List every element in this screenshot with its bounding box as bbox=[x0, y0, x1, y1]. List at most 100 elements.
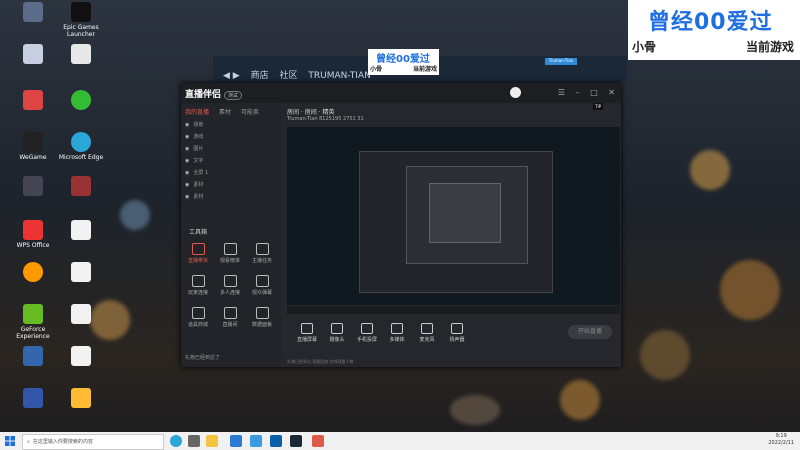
system-clock[interactable]: 9:19 2022/2/11 bbox=[768, 433, 794, 447]
monitor-icon bbox=[301, 323, 313, 334]
maximize-icon[interactable]: □ bbox=[590, 88, 598, 97]
tool-item-shop[interactable]: 道具商城 bbox=[185, 307, 211, 328]
eye-icon: ◉ bbox=[185, 194, 190, 200]
desktop-icon[interactable] bbox=[52, 44, 110, 66]
tool-player-connect[interactable]: 玩家连接 bbox=[185, 275, 211, 296]
phone-icon bbox=[361, 323, 373, 334]
toolbox-title: 工具箱 bbox=[189, 229, 208, 236]
eye-icon: ◉ bbox=[185, 170, 190, 176]
play-icon bbox=[391, 323, 403, 334]
search-icon: ⌕ bbox=[27, 439, 30, 445]
btn-speaker[interactable]: 扬声器 bbox=[443, 323, 471, 343]
live-companion-window[interactable]: 直播伴侣 测试 ☰ – □ ✕ 我的直播 素材 可能卖 ◉ 场景 ◉ 游戏 ◉ 图片 ◉… bbox=[181, 83, 621, 367]
scene-item[interactable]: ◉ 图片 bbox=[185, 145, 203, 152]
tab-my-live[interactable]: 我的直播 bbox=[185, 109, 209, 116]
tool-multi-connect[interactable]: 多人连接 bbox=[217, 275, 243, 296]
minimize-icon[interactable]: – bbox=[576, 88, 580, 97]
desktop-icon-epic[interactable]: Epic Games Launcher bbox=[52, 2, 110, 38]
app-icon[interactable] bbox=[270, 435, 282, 447]
store-icon[interactable] bbox=[230, 435, 242, 447]
scene-item[interactable]: ◉ 素材 bbox=[185, 181, 203, 188]
scene-item[interactable]: ◉ 素材 bbox=[185, 193, 203, 200]
desktop-icon[interactable] bbox=[52, 346, 110, 368]
tab-sell[interactable]: 可能卖 bbox=[241, 109, 259, 116]
left-panel: 我的直播 素材 可能卖 ◉ 场景 ◉ 游戏 ◉ 图片 ◉ 文字 ◉ 全屏 1 ◉ 素材 ◉ 素… bbox=[181, 103, 281, 367]
task-icon bbox=[255, 243, 269, 255]
desktop-icon[interactable] bbox=[52, 304, 110, 326]
desktop-icon[interactable] bbox=[52, 176, 110, 198]
eye-icon: ◉ bbox=[185, 122, 190, 128]
eye-icon: ◉ bbox=[185, 158, 190, 164]
scene-item[interactable]: ◉ 全屏 1 bbox=[185, 169, 208, 176]
btn-media[interactable]: 多媒体 bbox=[383, 323, 411, 343]
group-icon bbox=[223, 275, 237, 287]
windows-start-icon[interactable] bbox=[5, 436, 15, 446]
app-logo: 直播伴侣 测试 bbox=[185, 87, 243, 100]
shop-icon bbox=[191, 243, 205, 255]
desktop-icon[interactable] bbox=[52, 90, 110, 112]
desktop-icon[interactable] bbox=[52, 220, 110, 242]
btn-camera[interactable]: 摄像头 bbox=[323, 323, 351, 343]
steam-nav: ◀ ▶ 商店 社区 TRUMAN-TIAN bbox=[223, 68, 379, 81]
go-live-button[interactable]: 开始直播 bbox=[568, 325, 612, 339]
task-view-icon[interactable] bbox=[188, 435, 200, 447]
mic-icon bbox=[421, 323, 433, 334]
desktop-icon[interactable] bbox=[52, 262, 110, 284]
btn-phone-cast[interactable]: 手机投屏 bbox=[353, 323, 381, 343]
window-controls: ☰ – □ ✕ bbox=[550, 88, 615, 97]
preview-nested-window bbox=[359, 151, 553, 293]
live-companion-icon[interactable] bbox=[312, 435, 324, 447]
steam-user-badge[interactable]: Truman-Tian bbox=[545, 58, 577, 65]
desktop-icons: Epic Games Launcher WeGame Microsoft Edg… bbox=[0, 0, 103, 432]
avatar[interactable] bbox=[510, 87, 521, 98]
tool-host-task[interactable]: 主播任务 bbox=[249, 243, 275, 264]
overlay-left: 小骨 bbox=[632, 40, 657, 54]
tool-danmaku[interactable]: 观众弹幕 bbox=[249, 275, 275, 296]
title-bar: 直播伴侣 测试 ☰ – □ ✕ bbox=[181, 83, 621, 103]
scene-item[interactable]: ◉ 游戏 bbox=[185, 133, 203, 140]
preview-nested-window bbox=[406, 166, 528, 264]
stream-overlay: 曾经00爱过 小骨 当前游戏 bbox=[628, 0, 800, 60]
left-status: 礼物已经到达了 bbox=[185, 355, 221, 361]
taskbar: ⌕ 在这里输入你要搜索的内容 9:19 2022/2/11 bbox=[0, 432, 800, 450]
stream-preview[interactable] bbox=[287, 127, 620, 305]
steam-nav-user[interactable]: TRUMAN-TIAN bbox=[308, 71, 370, 81]
scene-item[interactable]: ◉ 文字 bbox=[185, 157, 203, 164]
desktop-icon[interactable] bbox=[52, 388, 110, 410]
steam-icon[interactable] bbox=[290, 435, 302, 447]
preview-overlay: 曾经00爱过 小骨 当前游戏 bbox=[368, 49, 439, 75]
folder-icon[interactable] bbox=[206, 435, 218, 447]
room-icon bbox=[223, 307, 237, 319]
menu-icon[interactable]: ☰ bbox=[558, 88, 565, 97]
steam-nav-store[interactable]: 商店 bbox=[251, 71, 269, 81]
user-icon bbox=[223, 243, 237, 255]
chat-icon bbox=[255, 275, 269, 287]
close-icon[interactable]: ✕ bbox=[608, 88, 615, 97]
desktop-icon-edge[interactable]: Microsoft Edge bbox=[52, 132, 110, 161]
gamepad-icon bbox=[191, 275, 205, 287]
btn-screen[interactable]: 直播屏幕 bbox=[293, 323, 321, 343]
scene-item[interactable]: ◉ 场景 bbox=[185, 121, 203, 128]
room-info: Truman-Tian 8125195 2751 31 bbox=[287, 116, 364, 122]
tool-data-panel[interactable]: 数据面板 bbox=[249, 307, 275, 328]
taskbar-search-input[interactable]: ⌕ 在这里输入你要搜索的内容 bbox=[22, 434, 164, 450]
tooltip: TIP bbox=[593, 103, 604, 110]
tool-live-shop[interactable]: 直播带货 bbox=[185, 243, 211, 264]
eye-icon: ◉ bbox=[185, 182, 190, 188]
tab-material[interactable]: 素材 bbox=[219, 109, 231, 116]
left-tabs: 我的直播 素材 可能卖 bbox=[185, 107, 267, 116]
steam-nav-back-icon[interactable]: ◀ ▶ bbox=[223, 71, 240, 81]
app-icon[interactable] bbox=[250, 435, 262, 447]
room-title[interactable]: 房间 · 房间 · 精英 bbox=[287, 107, 334, 116]
btn-mic[interactable]: 麦克风 bbox=[413, 323, 441, 343]
overlay-right: 当前游戏 bbox=[745, 40, 794, 54]
preview-nested-window bbox=[429, 183, 501, 243]
camera-icon bbox=[331, 323, 343, 334]
tool-live-room[interactable]: 直播间 bbox=[217, 307, 243, 328]
edge-icon[interactable] bbox=[170, 435, 182, 447]
gift-icon bbox=[191, 307, 205, 319]
tool-watch-list[interactable]: 观看榜单 bbox=[217, 243, 243, 264]
status-bar: 礼物已经到达 观看回放 在线观看人数 bbox=[287, 359, 354, 364]
logo-badge: 测试 bbox=[224, 91, 243, 100]
steam-nav-community[interactable]: 社区 bbox=[279, 71, 297, 81]
